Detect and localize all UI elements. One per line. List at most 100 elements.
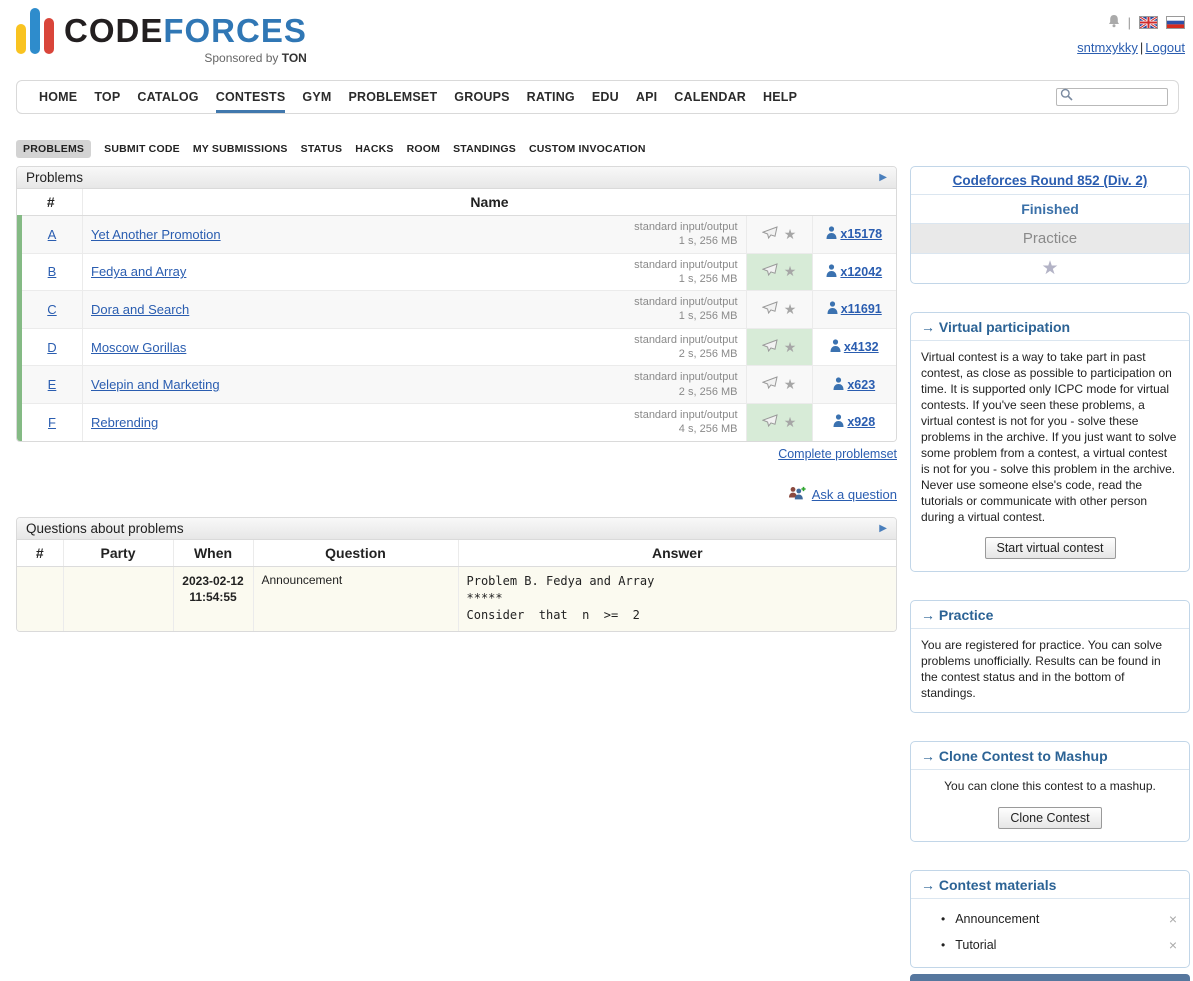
logout-link[interactable]: Logout xyxy=(1145,40,1185,55)
next-sidebox-cutoff xyxy=(910,974,1190,981)
problem-row: A Yet Another Promotionstandard input/ou… xyxy=(20,216,897,254)
close-icon[interactable]: × xyxy=(1169,938,1177,952)
close-icon[interactable]: × xyxy=(1169,912,1177,926)
problem-index-link[interactable]: A xyxy=(48,227,57,242)
solvers-count-link[interactable]: x12042 xyxy=(840,265,882,279)
logo-forces: FORCES xyxy=(163,12,307,49)
problem-name-link[interactable]: Rebrending xyxy=(91,415,158,430)
subnav-item-status[interactable]: STATUS xyxy=(301,143,343,155)
start-virtual-contest-button[interactable]: Start virtual contest xyxy=(985,537,1116,559)
nav-item-catalog[interactable]: CATALOG xyxy=(137,81,198,113)
practice-text: You are registered for practice. You can… xyxy=(911,629,1189,712)
search-box xyxy=(1056,88,1168,106)
practice-box: → Practice You are registered for practi… xyxy=(910,600,1190,713)
problem-index-link[interactable]: D xyxy=(47,340,56,355)
subnav-item-hacks[interactable]: HACKS xyxy=(355,143,393,155)
nav-item-problemset[interactable]: PROBLEMSET xyxy=(348,81,437,113)
favorite-star-icon[interactable]: ★ xyxy=(784,376,797,392)
problem-index-link[interactable]: E xyxy=(48,377,57,392)
collapse-arrow-icon[interactable]: ▶ xyxy=(879,523,887,534)
question-party-cell xyxy=(63,566,173,631)
problem-name-link[interactable]: Dora and Search xyxy=(91,302,189,317)
problem-name-link[interactable]: Velepin and Marketing xyxy=(91,377,220,392)
nav-item-groups[interactable]: GROUPS xyxy=(454,81,509,113)
solvers-count-link[interactable]: x623 xyxy=(847,378,875,392)
virtual-participation-title[interactable]: → Virtual participation xyxy=(911,313,1189,341)
favorite-star-icon[interactable]: ★ xyxy=(784,414,797,430)
ask-question-icon xyxy=(788,486,806,504)
contest-materials-title[interactable]: → Contest materials xyxy=(911,871,1189,899)
username-link[interactable]: sntmxykky xyxy=(1077,40,1138,55)
questions-caption: Questions about problems xyxy=(26,521,184,536)
contest-subnav: PROBLEMS SUBMIT CODE MY SUBMISSIONS STAT… xyxy=(16,140,1177,158)
solvers-count-link[interactable]: x4132 xyxy=(844,340,879,354)
contest-title-row: Codeforces Round 852 (Div. 2) xyxy=(911,167,1189,195)
submit-plane-icon[interactable] xyxy=(762,264,778,279)
solvers-count-link[interactable]: x928 xyxy=(847,415,875,429)
clone-mashup-title[interactable]: → Clone Contest to Mashup xyxy=(911,742,1189,770)
topbar-separator: | xyxy=(1128,15,1131,30)
subnav-item-custom-invocation[interactable]: CUSTOM INVOCATION xyxy=(529,143,646,155)
solvers-count-link[interactable]: x15178 xyxy=(840,227,882,241)
questions-box: Questions about problems ▶ # Party When … xyxy=(16,517,897,632)
list-item: • Tutorial × xyxy=(911,932,1189,958)
bell-icon[interactable] xyxy=(1108,14,1120,31)
questions-caption-bar: Questions about problems ▶ xyxy=(17,518,896,540)
question-answer-cell: Problem B. Fedya and Array ***** Conside… xyxy=(458,566,896,631)
nav-item-help[interactable]: HELP xyxy=(763,81,797,113)
contest-materials-list: • Announcement × • Tutorial × xyxy=(911,906,1189,958)
problem-index-link[interactable]: F xyxy=(48,415,56,430)
submit-plane-icon[interactable] xyxy=(762,227,778,242)
material-tutorial-link[interactable]: Tutorial xyxy=(955,938,1169,952)
collapse-arrow-icon[interactable]: ▶ xyxy=(879,172,887,183)
search-input[interactable] xyxy=(1076,89,1164,105)
subnav-item-submit-code[interactable]: SUBMIT CODE xyxy=(104,143,180,155)
favorite-star-icon[interactable]: ★ xyxy=(784,226,797,242)
nav-item-contests[interactable]: CONTESTS xyxy=(216,81,286,113)
material-announcement-link[interactable]: Announcement xyxy=(955,912,1169,926)
col-header-name: Name xyxy=(83,189,897,216)
nav-item-rating[interactable]: RATING xyxy=(527,81,575,113)
solvers-person-icon xyxy=(826,264,837,280)
questions-table: # Party When Question Answer 2023-02-121… xyxy=(17,540,896,631)
subnav-item-my-submissions[interactable]: MY SUBMISSIONS xyxy=(193,143,288,155)
nav-item-calendar[interactable]: CALENDAR xyxy=(674,81,746,113)
problems-box: Problems ▶ # Name A Yet Another Promotio… xyxy=(16,166,897,442)
flag-en-icon[interactable] xyxy=(1139,16,1158,29)
clone-contest-button[interactable]: Clone Contest xyxy=(998,807,1101,829)
virtual-participation-box: → Virtual participation Virtual contest … xyxy=(910,312,1190,572)
practice-title[interactable]: → Practice xyxy=(911,601,1189,629)
submit-plane-icon[interactable] xyxy=(762,377,778,392)
problem-index-link[interactable]: C xyxy=(47,302,56,317)
favorite-star-icon[interactable]: ★ xyxy=(784,301,797,317)
submit-plane-icon[interactable] xyxy=(762,340,778,355)
problem-index-link[interactable]: B xyxy=(48,264,57,279)
favorite-star-icon[interactable]: ★ xyxy=(1041,258,1058,279)
nav-item-gym[interactable]: GYM xyxy=(302,81,331,113)
problem-name-link[interactable]: Fedya and Array xyxy=(91,264,186,279)
contest-materials-box: → Contest materials • Announcement × • T… xyxy=(910,870,1190,968)
favorite-star-icon[interactable]: ★ xyxy=(784,263,797,279)
solvers-person-icon xyxy=(833,414,844,430)
nav-item-home[interactable]: HOME xyxy=(39,81,77,113)
nav-item-edu[interactable]: EDU xyxy=(592,81,619,113)
submit-plane-icon[interactable] xyxy=(762,302,778,317)
logo: CODEFORCES Sponsored by TON xyxy=(16,8,307,70)
subnav-item-standings[interactable]: STANDINGS xyxy=(453,143,516,155)
ask-question-link[interactable]: Ask a question xyxy=(812,487,897,502)
logo-link[interactable]: CODEFORCES xyxy=(64,12,307,50)
flag-ru-icon[interactable] xyxy=(1166,16,1185,29)
submit-plane-icon[interactable] xyxy=(762,415,778,430)
solvers-count-link[interactable]: x11691 xyxy=(841,302,882,316)
nav-item-top[interactable]: TOP xyxy=(94,81,120,113)
page-header: CODEFORCES Sponsored by TON | sntmxykky|… xyxy=(0,0,1193,70)
complete-problemset-link[interactable]: Complete problemset xyxy=(778,447,897,461)
problem-name-link[interactable]: Moscow Gorillas xyxy=(91,340,186,355)
contest-title-link[interactable]: Codeforces Round 852 (Div. 2) xyxy=(953,173,1148,188)
nav-item-api[interactable]: API xyxy=(636,81,657,113)
problem-name-link[interactable]: Yet Another Promotion xyxy=(91,227,221,242)
favorite-star-icon[interactable]: ★ xyxy=(784,339,797,355)
subnav-item-room[interactable]: ROOM xyxy=(407,143,440,155)
subnav-item-problems[interactable]: PROBLEMS xyxy=(16,140,91,158)
question-when-cell: 2023-02-1211:54:55 xyxy=(173,566,253,631)
